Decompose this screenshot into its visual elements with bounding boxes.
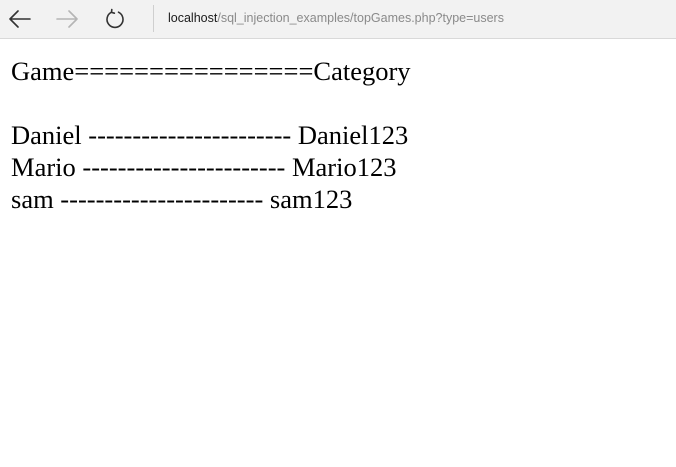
- address-host: localhost: [168, 11, 218, 25]
- table-header: Game================Category: [11, 56, 411, 86]
- browser-toolbar: localhost/sql_injection_examples/topGame…: [0, 0, 676, 39]
- page-content: Game================Category Daniel ----…: [11, 55, 411, 215]
- list-item: sam ----------------------- sam123: [11, 184, 353, 214]
- arrow-right-icon: [56, 10, 78, 28]
- arrow-left-icon: [9, 10, 31, 28]
- refresh-button[interactable]: [100, 4, 130, 34]
- address-path: /sql_injection_examples/topGames.php?typ…: [217, 11, 504, 25]
- refresh-icon: [106, 8, 124, 29]
- forward-button[interactable]: [52, 4, 82, 34]
- toolbar-separator: [153, 5, 154, 32]
- back-button[interactable]: [5, 4, 35, 34]
- address-bar[interactable]: localhost/sql_injection_examples/topGame…: [168, 9, 504, 27]
- list-item: Mario ----------------------- Mario123: [11, 152, 397, 182]
- list-item: Daniel ----------------------- Daniel123: [11, 120, 409, 150]
